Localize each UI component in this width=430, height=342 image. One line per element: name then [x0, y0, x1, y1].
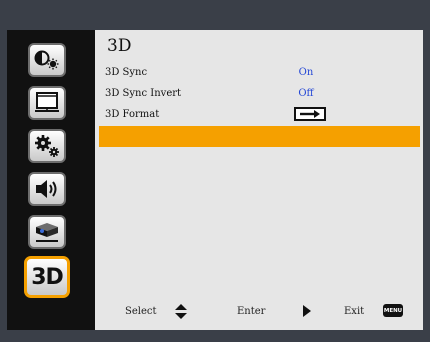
- volume-icon: [36, 180, 57, 198]
- sidebar-item-options[interactable]: [28, 215, 66, 249]
- menu-row-3d-sync[interactable]: 3D Sync On: [99, 64, 417, 86]
- selected-row-highlight[interactable]: [99, 126, 420, 147]
- picture-icon: [34, 50, 59, 70]
- page-title: 3D: [107, 36, 132, 56]
- menu-row-3d-format[interactable]: 3D Format: [99, 106, 417, 128]
- row-value[interactable]: On: [284, 67, 328, 78]
- row-label: 3D Sync Invert: [105, 88, 182, 99]
- menu-row-3d-sync-invert[interactable]: 3D Sync Invert Off: [99, 85, 417, 107]
- select-hint-label: Select: [125, 306, 157, 317]
- right-arrow-box-icon[interactable]: [294, 107, 326, 121]
- right-triangle-icon: [303, 305, 311, 317]
- sidebar-item-picture[interactable]: [28, 43, 66, 77]
- settings-gears-icon: [35, 135, 59, 157]
- up-down-arrow-icon: [175, 304, 187, 319]
- menu-key-label: MENU: [383, 307, 403, 314]
- exit-hint-label: Exit: [344, 306, 365, 317]
- footer-hints: Select Enter Exit MENU: [95, 296, 423, 326]
- sidebar-item-audio[interactable]: [28, 172, 66, 206]
- sidebar: 3D: [7, 30, 95, 330]
- sidebar-item-settings[interactable]: [28, 129, 66, 163]
- osd-frame: 3D 3D 3D Sync On 3D Sync Invert Off 3D F…: [7, 30, 423, 330]
- row-label: 3D Sync: [105, 67, 148, 78]
- menu-key-icon: MENU: [383, 304, 403, 317]
- menu-panel: 3D 3D Sync On 3D Sync Invert Off 3D Form…: [95, 30, 423, 330]
- sidebar-item-3d[interactable]: 3D: [24, 256, 70, 298]
- enter-hint-label: Enter: [237, 306, 266, 317]
- row-label: 3D Format: [105, 109, 160, 120]
- projector-options-icon: [36, 223, 58, 242]
- row-value[interactable]: Off: [284, 88, 328, 99]
- 3d-icon: 3D: [31, 264, 64, 290]
- sidebar-item-display[interactable]: [28, 86, 66, 120]
- display-screen-icon: [35, 92, 59, 112]
